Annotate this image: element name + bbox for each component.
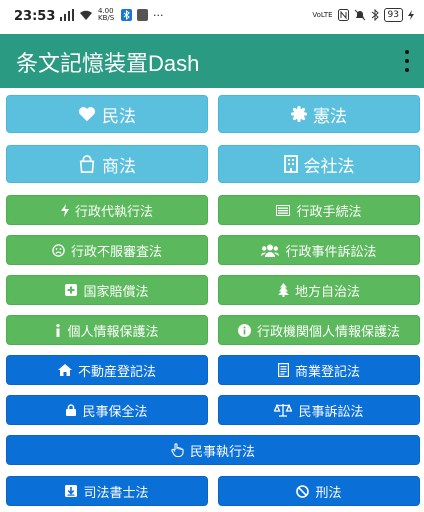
gyosei-kikan-kojin-label: 行政機関個人情報保護法 [256, 324, 400, 340]
info-icon [56, 323, 61, 337]
lock-icon [66, 404, 77, 416]
chiho-jichi-button[interactable]: 地方自治法 [218, 275, 420, 305]
keiho-button[interactable]: 刑法 [218, 476, 420, 506]
kenpo-label: 憲法 [313, 106, 347, 127]
overflow-dot [405, 50, 409, 54]
net-speed: 4.00 KB/S [98, 7, 115, 22]
home-icon [57, 364, 72, 376]
fudosan-toki-label: 不動産登記法 [77, 364, 156, 380]
gyosei-tetsuzuki-label: 行政手続法 [296, 204, 362, 220]
volte-label: VoLTE [312, 11, 333, 19]
kojin-joho-button[interactable]: 個人情報保護法 [6, 315, 208, 345]
tree-icon [277, 283, 289, 297]
minpo-button[interactable]: 民法 [6, 95, 208, 133]
gyosei-daishikko-button[interactable]: 行政代執行法 [6, 195, 208, 225]
shopping-bag-icon [79, 155, 95, 173]
kokka-baisho-button[interactable]: 国家賠償法 [6, 275, 208, 305]
shoho-button[interactable]: 商法 [6, 145, 208, 183]
download-icon [65, 485, 78, 497]
wifi-icon [80, 10, 92, 20]
shogyo-toki-label: 商業登記法 [294, 364, 360, 380]
overflow-dot [405, 68, 409, 72]
certificate-icon [291, 106, 307, 122]
overflow-menu-button[interactable] [404, 50, 410, 72]
status-bar: 23:53 4.00 KB/S ··· VoLTE 93 [0, 0, 424, 34]
kojin-joho-label: 個人情報保護法 [67, 324, 159, 340]
shiho-shoshi-button[interactable]: 司法書士法 [6, 476, 208, 506]
kaishaho-label: 会社法 [303, 156, 355, 177]
bluetooth-badge-icon [121, 9, 132, 21]
frown-icon [52, 243, 65, 257]
gyosei-jiken-button[interactable]: 行政事件訴訟法 [218, 235, 420, 265]
document-icon [277, 363, 289, 377]
list-icon [276, 204, 291, 216]
charging-icon [408, 10, 414, 20]
more-notifications: ··· [153, 8, 164, 22]
app-title: 条文記憶装置Dash [16, 51, 200, 76]
shoho-label: 商法 [102, 156, 136, 177]
minji-hozen-button[interactable]: 民事保全法 [6, 395, 208, 425]
heart-icon [78, 107, 96, 122]
overflow-dot [405, 59, 409, 63]
minji-hozen-label: 民事保全法 [82, 404, 148, 420]
status-time: 23:53 [14, 9, 56, 24]
fudosan-toki-button[interactable]: 不動産登記法 [6, 355, 208, 385]
gyosei-fufuku-label: 行政不服審査法 [70, 244, 162, 260]
shogyo-toki-button[interactable]: 商業登記法 [218, 355, 420, 385]
battery-indicator: 93 [383, 8, 403, 22]
app-bar: 条文記憶装置Dash [0, 34, 424, 88]
building-icon [283, 155, 298, 173]
bolt-icon [60, 203, 69, 217]
gyosei-tetsuzuki-button[interactable]: 行政手続法 [218, 195, 420, 225]
users-icon [261, 244, 280, 257]
kokka-baisho-label: 国家賠償法 [83, 284, 149, 300]
minpo-label: 民法 [102, 106, 136, 127]
nfc-icon [337, 9, 349, 21]
kaishaho-button[interactable]: 会社法 [218, 145, 420, 183]
shiho-shoshi-label: 司法書士法 [83, 485, 149, 501]
kenpo-button[interactable]: 憲法 [218, 95, 420, 133]
chiho-jichi-label: 地方自治法 [294, 284, 360, 300]
bluetooth-icon [371, 9, 379, 21]
ban-icon [296, 484, 310, 498]
info-circle-icon [237, 323, 251, 337]
minji-sosho-button[interactable]: 民事訴訟法 [218, 395, 420, 425]
minji-shikko-label: 民事執行法 [189, 444, 255, 460]
mute-icon [354, 9, 365, 21]
gyosei-fufuku-button[interactable]: 行政不服審査法 [6, 235, 208, 265]
balance-scale-icon [274, 403, 293, 417]
minji-shikko-button[interactable]: 民事執行法 [6, 435, 420, 465]
gyosei-daishikko-label: 行政代執行法 [74, 204, 153, 220]
hand-pointer-icon [171, 443, 184, 457]
minji-sosho-label: 民事訴訟法 [298, 404, 364, 420]
keiho-label: 刑法 [315, 485, 342, 501]
plus-square-icon [65, 284, 78, 296]
gyosei-kikan-kojin-button[interactable]: 行政機関個人情報保護法 [218, 315, 420, 345]
notification-icon [137, 9, 148, 21]
gyosei-jiken-label: 行政事件訴訟法 [285, 244, 377, 260]
signal-icon [60, 9, 74, 21]
